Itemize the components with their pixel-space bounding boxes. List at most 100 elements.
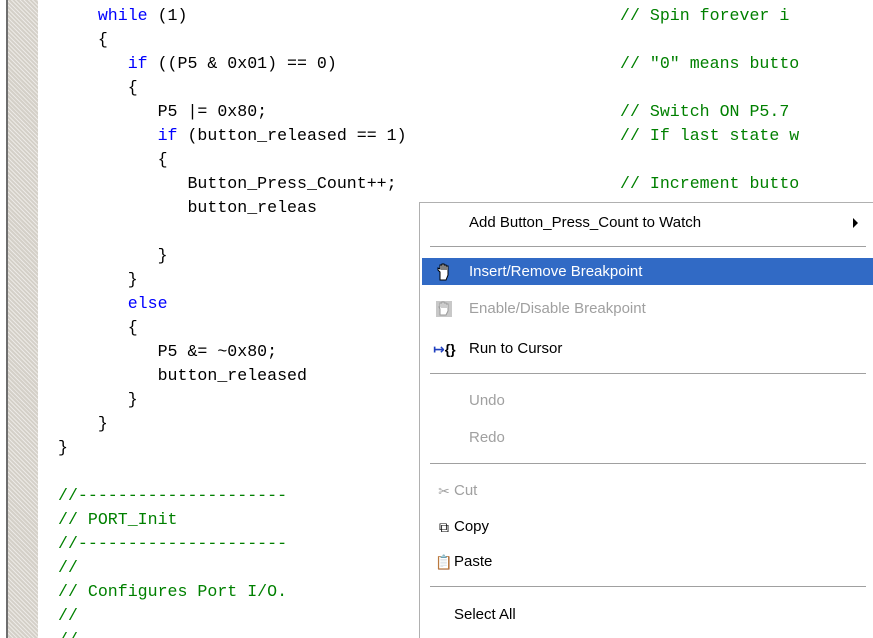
code-comment: // Spin forever i [620, 6, 790, 25]
code-text: } [58, 438, 68, 457]
code-text: } [127, 270, 138, 289]
code-comment: // [58, 606, 78, 625]
run-to-cursor-icon: ↦{} [433, 341, 456, 357]
code-text: { [127, 318, 138, 337]
code-text: button_released [157, 366, 307, 385]
submenu-arrow-icon [853, 218, 858, 228]
code-comment: // Switch ON P5.7 [620, 102, 790, 121]
code-text: P5 &= ~0x80; [157, 342, 278, 361]
menu-item-cut[interactable]: ✂ Cut [422, 477, 873, 504]
code-text: } [127, 390, 138, 409]
menu-item-enable-disable-breakpoint[interactable]: Enable/Disable Breakpoint [422, 295, 873, 322]
code-line[interactable]: } [58, 246, 168, 265]
editor-left-border [0, 0, 8, 638]
code-comment: // "0" means butto [620, 54, 800, 73]
menu-item-label: Add Button_Press_Count to Watch [469, 214, 702, 231]
context-menu: Add Button_Press_Count to Watch Insert/R… [419, 202, 873, 638]
menu-item-label: Undo [469, 392, 505, 409]
code-comment: // PORT_Init [58, 510, 178, 529]
editor-gutter[interactable] [8, 0, 38, 638]
code-keyword: else [127, 294, 168, 313]
code-comment: //--------------------- [58, 486, 288, 505]
menu-item-label: Cut [454, 482, 478, 499]
code-comment: // If last state w [620, 126, 800, 145]
menu-item-add-watch[interactable]: Add Button_Press_Count to Watch [422, 209, 873, 236]
code-comment: // Increment butto [620, 174, 800, 193]
code-line[interactable]: if ((P5 & 0x01) == 0) [58, 54, 337, 73]
menu-separator [430, 373, 866, 374]
code-text: } [157, 246, 168, 265]
code-line[interactable]: while (1) [58, 6, 188, 25]
scissors-icon: ✂ [438, 483, 450, 499]
menu-item-label: Run to Cursor [469, 340, 563, 357]
code-line[interactable]: button_released [58, 366, 307, 385]
menu-item-label: Paste [454, 553, 493, 570]
code-text: { [97, 30, 108, 49]
menu-separator [430, 463, 866, 464]
code-line[interactable]: Button_Press_Count++; [58, 174, 396, 193]
menu-item-label: Copy [454, 518, 490, 535]
code-keyword: while [97, 6, 148, 25]
code-keyword: if [157, 126, 178, 145]
code-comment: //--------------------- [58, 534, 288, 553]
code-line[interactable]: } [58, 390, 138, 409]
menu-item-label: Redo [469, 429, 505, 446]
code-text: P5 |= 0x80; [157, 102, 268, 121]
code-line[interactable]: button_releas [58, 198, 317, 217]
code-line[interactable]: } [58, 270, 138, 289]
code-line[interactable]: { [58, 150, 168, 169]
copy-icon: ⧉ [439, 519, 449, 535]
code-line[interactable]: { [58, 318, 138, 337]
hand-disabled-icon [436, 301, 452, 317]
menu-item-paste[interactable]: 📋 Paste [422, 548, 873, 575]
code-line[interactable]: if (button_released == 1) [58, 126, 407, 145]
code-text: { [157, 150, 168, 169]
code-text: } [97, 414, 108, 433]
hand-icon [437, 263, 449, 281]
menu-separator [430, 586, 866, 587]
menu-item-label: Insert/Remove Breakpoint [469, 263, 643, 280]
code-text: (1) [147, 6, 188, 25]
menu-item-insert-remove-breakpoint[interactable]: Insert/Remove Breakpoint [422, 258, 873, 285]
code-text: ((P5 & 0x01) == 0) [147, 54, 337, 73]
code-line[interactable]: P5 &= ~0x80; [58, 342, 278, 361]
menu-item-copy[interactable]: ⧉ Copy [422, 513, 873, 540]
code-line[interactable]: } [58, 438, 68, 457]
code-text: button_releas [187, 198, 317, 217]
code-line[interactable]: else [58, 294, 168, 313]
paste-icon: 📋 [435, 554, 453, 570]
code-line[interactable]: { [58, 30, 108, 49]
menu-item-run-to-cursor[interactable]: ↦{} Run to Cursor [422, 335, 873, 362]
menu-item-label: Select All [454, 606, 516, 623]
code-comment: // Configures Port I/O. [58, 582, 288, 601]
menu-separator [430, 246, 866, 247]
code-line[interactable]: } [58, 414, 108, 433]
menu-item-redo[interactable]: Redo [422, 424, 873, 451]
code-text: { [127, 78, 138, 97]
code-keyword: if [127, 54, 148, 73]
menu-item-undo[interactable]: Undo [422, 387, 873, 414]
code-text: (button_released == 1) [177, 126, 407, 145]
code-line[interactable]: P5 |= 0x80; [58, 102, 268, 121]
code-comment: // [58, 558, 78, 577]
code-line[interactable]: { [58, 78, 138, 97]
menu-item-select-all[interactable]: Select All [422, 601, 873, 628]
code-comment: // [58, 631, 78, 638]
